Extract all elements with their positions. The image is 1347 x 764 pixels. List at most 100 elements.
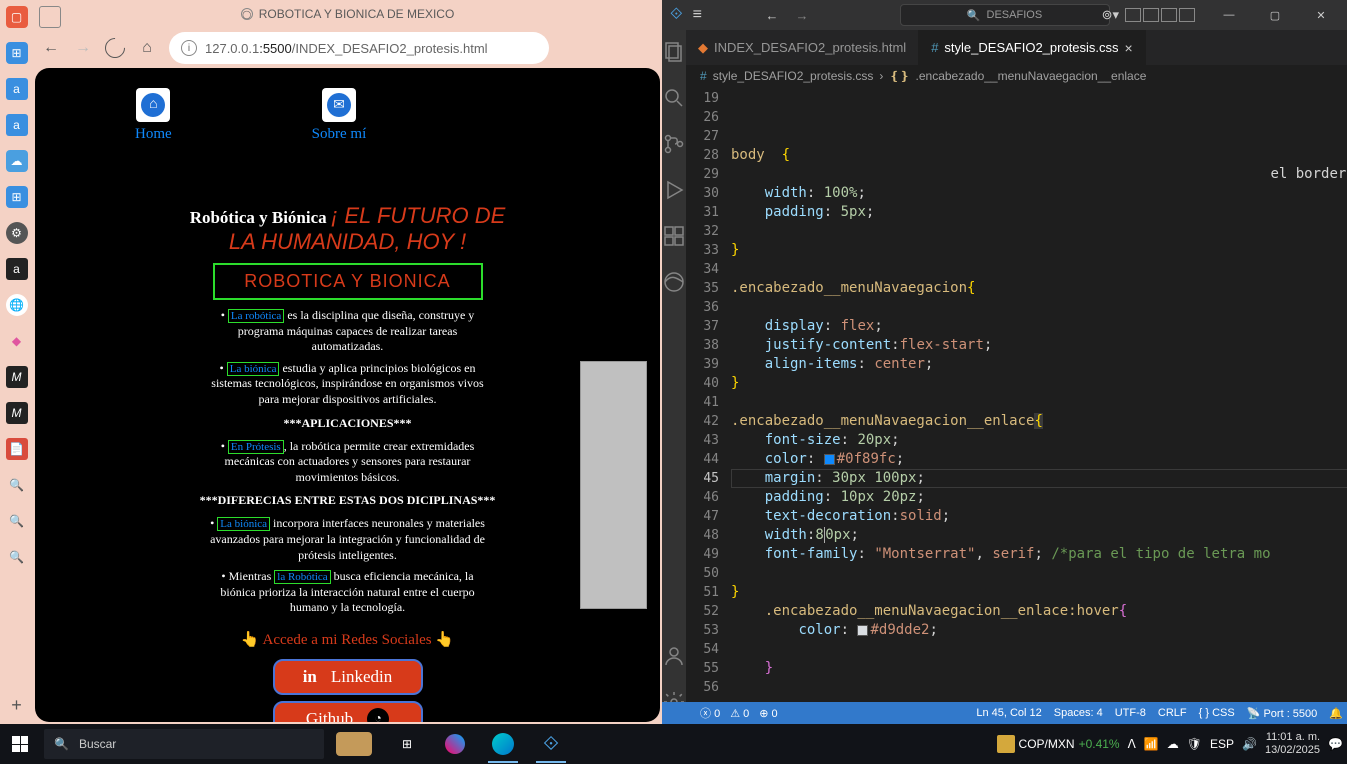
minimize-button[interactable]: — (1209, 1, 1249, 29)
code-line[interactable]: text-decoration:solid; (731, 507, 1347, 526)
clock[interactable]: 11:01 a. m. 13/02/2025 (1265, 731, 1320, 757)
account-icon[interactable] (662, 644, 686, 668)
browser-tab-title[interactable]: ROBOTICA Y BIONICA DE MEXICO (259, 7, 455, 21)
figma-icon[interactable]: ◆ (6, 330, 28, 352)
wifi-icon[interactable]: 📶 (1144, 737, 1159, 751)
code-line[interactable]: .encabezado__menuNavaegacion{ (731, 279, 1347, 298)
taskbar-search[interactable]: 🔍 Buscar (44, 729, 324, 759)
app-icon-a2[interactable]: a (6, 114, 28, 136)
vscode-back-button[interactable]: ← (762, 5, 782, 25)
currency-widget[interactable]: COP/MXN +0.41% (997, 735, 1120, 753)
code-line[interactable]: } (731, 583, 1347, 602)
start-button[interactable] (0, 736, 40, 752)
copilot-icon[interactable] (436, 725, 474, 763)
search-sidebar-icon-3[interactable]: 🔍 (6, 546, 28, 568)
app-icon-m2[interactable]: M (6, 402, 28, 424)
vscode-forward-button[interactable]: → (792, 5, 812, 25)
copilot-icon[interactable]: ⊚▾ (1102, 7, 1119, 23)
app-icon-ms2[interactable]: ⊞ (6, 186, 28, 208)
add-app-icon[interactable]: + (11, 695, 22, 716)
globe-icon[interactable]: 🌐 (6, 294, 28, 316)
search-sidebar-icon-2[interactable]: 🔍 (6, 510, 28, 532)
warnings-icon[interactable]: ⚠ 0 (730, 707, 749, 720)
lang-mode[interactable]: { } CSS (1199, 707, 1235, 719)
code-line[interactable]: padding: 10px 20pz; (731, 488, 1347, 507)
code-line[interactable]: width:80px; (731, 526, 1347, 545)
code-line[interactable]: body { (731, 146, 1347, 165)
run-debug-icon[interactable] (662, 178, 686, 202)
search-sidebar-icon[interactable]: 🔍 (6, 474, 28, 496)
code-line[interactable] (731, 678, 1347, 697)
github-button[interactable]: Github ◔ (273, 701, 423, 722)
code-line[interactable]: justify-content:flex-start; (731, 336, 1347, 355)
layout-icon-3[interactable] (1161, 8, 1177, 22)
code-line[interactable]: } (731, 241, 1347, 260)
onedrive-icon[interactable]: ☁ (6, 150, 28, 172)
notifications-icon[interactable]: 🔔 (1329, 707, 1343, 720)
code-line[interactable]: color: #0f89fc; (731, 450, 1347, 469)
cursor-position[interactable]: Ln 45, Col 12 (976, 707, 1041, 719)
code-line[interactable]: display: flex; (731, 317, 1347, 336)
code-line[interactable]: .encabezado__menuNavaegacion__enlace{ (731, 412, 1347, 431)
breadcrumbs[interactable]: # style_DESAFIO2_protesis.css › ❴❵ .enca… (686, 65, 1347, 87)
menu-about[interactable]: ✉ Sobre mí (312, 88, 367, 143)
home-button[interactable]: ⌂ (137, 38, 157, 58)
pdf-icon[interactable]: 📄 (6, 438, 28, 460)
volume-icon[interactable]: 🔊 (1242, 737, 1257, 751)
site-info-icon[interactable]: i (181, 40, 197, 56)
code-line[interactable] (731, 640, 1347, 659)
code-line[interactable] (731, 564, 1347, 583)
layout-icon-2[interactable] (1143, 8, 1159, 22)
extensions-icon[interactable] (662, 224, 686, 248)
refresh-button[interactable] (105, 38, 125, 58)
live-server-port[interactable]: 📡 Port : 5500 (1247, 707, 1318, 720)
maximize-button[interactable]: ▢ (1255, 1, 1295, 29)
indentation[interactable]: Spaces: 4 (1054, 707, 1103, 719)
app-icon-ms[interactable]: ⊞ (6, 42, 28, 64)
workspace-icon[interactable] (39, 6, 61, 28)
notifications-tray-icon[interactable]: 💬 (1328, 737, 1343, 751)
layout-icon-4[interactable] (1179, 8, 1195, 22)
code-line[interactable]: padding: 5px; (731, 203, 1347, 222)
menu-icon[interactable]: ≡ (693, 6, 702, 24)
address-bar[interactable]: i 127.0.0.1:5500/INDEX_DESAFIO2_protesis… (169, 32, 549, 64)
code-line[interactable]: .encabezado__menuNavaegacion__enlace:hov… (731, 602, 1347, 621)
code-line[interactable]: width: 100%; (731, 184, 1347, 203)
encoding[interactable]: UTF-8 (1115, 707, 1146, 719)
defender-icon[interactable]: 🛡 (1187, 737, 1202, 751)
app-icon-m1[interactable]: M (6, 366, 28, 388)
tab-close-icon[interactable]: × (1125, 40, 1133, 56)
app-icon-a3[interactable]: a (6, 258, 28, 280)
ports-icon[interactable]: ⊕ 0 (759, 707, 777, 720)
layout-icon-1[interactable] (1125, 8, 1141, 22)
code-line[interactable] (731, 298, 1347, 317)
code-line[interactable] (731, 393, 1347, 412)
search-activity-icon[interactable] (662, 86, 686, 110)
linkedin-button[interactable]: in Linkedin (273, 659, 423, 695)
code-line[interactable] (731, 222, 1347, 241)
app-icon-a1[interactable]: a (6, 78, 28, 100)
code-line[interactable]: color: #d9dde2; (731, 621, 1347, 640)
code-editor[interactable]: 1926272829303132333435363738394041424344… (686, 87, 1347, 724)
code-line[interactable] (731, 260, 1347, 279)
edge-tools-icon[interactable] (662, 270, 686, 294)
code-line[interactable]: } (731, 659, 1347, 678)
code-line[interactable]: } (731, 374, 1347, 393)
code-line[interactable]: font-size: 20px; (731, 431, 1347, 450)
task-view-icon[interactable]: ⊞ (388, 725, 426, 763)
errors-icon[interactable]: ⓧ 0 (700, 705, 720, 721)
app-icon-1[interactable]: ▢ (6, 6, 28, 28)
news-widget[interactable] (324, 732, 384, 756)
explorer-icon[interactable] (662, 40, 686, 64)
tray-chevron-icon[interactable]: ᐱ (1128, 737, 1136, 751)
close-button[interactable]: ✕ (1301, 1, 1341, 29)
back-button[interactable]: ← (41, 38, 61, 58)
source-control-icon[interactable] (662, 132, 686, 156)
eol[interactable]: CRLF (1158, 707, 1187, 719)
edge-icon[interactable] (484, 725, 522, 763)
vscode-taskbar-icon[interactable]: ⟐ (532, 725, 570, 763)
command-center[interactable]: 🔍 DESAFIOS (900, 4, 1110, 26)
code-line[interactable]: align-items: center; (731, 355, 1347, 374)
menu-home[interactable]: ⌂ Home (135, 88, 172, 143)
language-icon[interactable]: ESP (1210, 737, 1234, 751)
